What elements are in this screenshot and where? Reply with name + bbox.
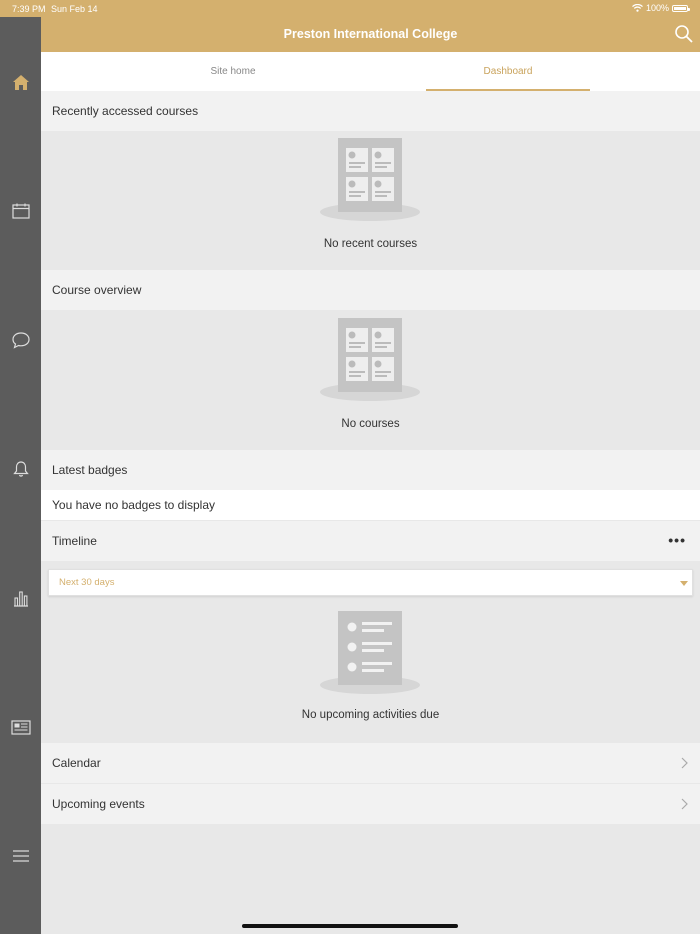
wifi-icon <box>632 4 643 12</box>
recent-courses-title: Recently accessed courses <box>41 91 700 131</box>
course-overview-section: Course overview No courses <box>41 270 700 449</box>
latest-badges-title: Latest badges <box>41 450 700 490</box>
timeline-filter-value: Next 30 days <box>59 577 115 588</box>
chevron-right-icon <box>681 798 688 810</box>
course-overview-empty: No courses <box>41 310 700 449</box>
status-time: 7:39 PM <box>12 4 46 14</box>
calendar-link-label: Calendar <box>52 756 101 770</box>
status-date: Sun Feb 14 <box>51 4 98 14</box>
sidebar <box>0 17 41 934</box>
more-options-icon[interactable]: ••• <box>668 532 686 548</box>
grades-icon[interactable] <box>0 583 41 613</box>
home-indicator[interactable] <box>242 924 458 928</box>
app-header: Preston International College <box>41 17 700 52</box>
status-bar: 7:39 PM Sun Feb 14 100% <box>0 0 700 17</box>
upcoming-events-link-label: Upcoming events <box>52 797 145 811</box>
battery-percent: 100% <box>645 3 669 13</box>
status-right: 100% <box>632 3 690 13</box>
recent-courses-section: Recently accessed courses No recent cour… <box>41 91 700 270</box>
battery-icon <box>672 4 690 12</box>
badges-empty-text: You have no badges to display <box>41 490 700 520</box>
timeline-section: Timeline ••• No upcoming activities due <box>41 521 700 722</box>
tab-dashboard[interactable]: Dashboard <box>426 52 590 91</box>
course-overview-empty-text: No courses <box>341 418 400 430</box>
timeline-title: Timeline <box>41 521 700 561</box>
chevron-right-icon <box>681 757 688 769</box>
empty-activities-illustration <box>320 611 420 694</box>
calendar-icon[interactable] <box>0 196 41 226</box>
home-icon[interactable] <box>0 67 41 97</box>
recent-courses-empty: No recent courses <box>41 131 700 270</box>
notifications-icon[interactable] <box>0 454 41 484</box>
search-icon[interactable] <box>674 24 694 44</box>
news-icon[interactable] <box>0 712 41 742</box>
upcoming-events-link[interactable]: Upcoming events <box>41 784 700 824</box>
messages-icon[interactable] <box>0 325 41 355</box>
empty-courses-illustration <box>320 318 420 401</box>
timeline-empty-text: No upcoming activities due <box>301 709 440 721</box>
menu-icon[interactable] <box>0 841 41 871</box>
calendar-link[interactable]: Calendar <box>41 743 700 783</box>
page-title: Preston International College <box>283 27 458 41</box>
caret-down-icon <box>680 581 688 586</box>
tab-site-home[interactable]: Site home <box>151 52 315 91</box>
recent-courses-empty-text: No recent courses <box>323 238 418 250</box>
course-overview-title: Course overview <box>41 270 700 310</box>
empty-courses-illustration <box>320 138 420 221</box>
latest-badges-section: Latest badges You have no badges to disp… <box>41 450 700 520</box>
tab-bar: Site home Dashboard <box>41 52 700 91</box>
timeline-filter-select[interactable]: Next 30 days <box>48 569 693 596</box>
